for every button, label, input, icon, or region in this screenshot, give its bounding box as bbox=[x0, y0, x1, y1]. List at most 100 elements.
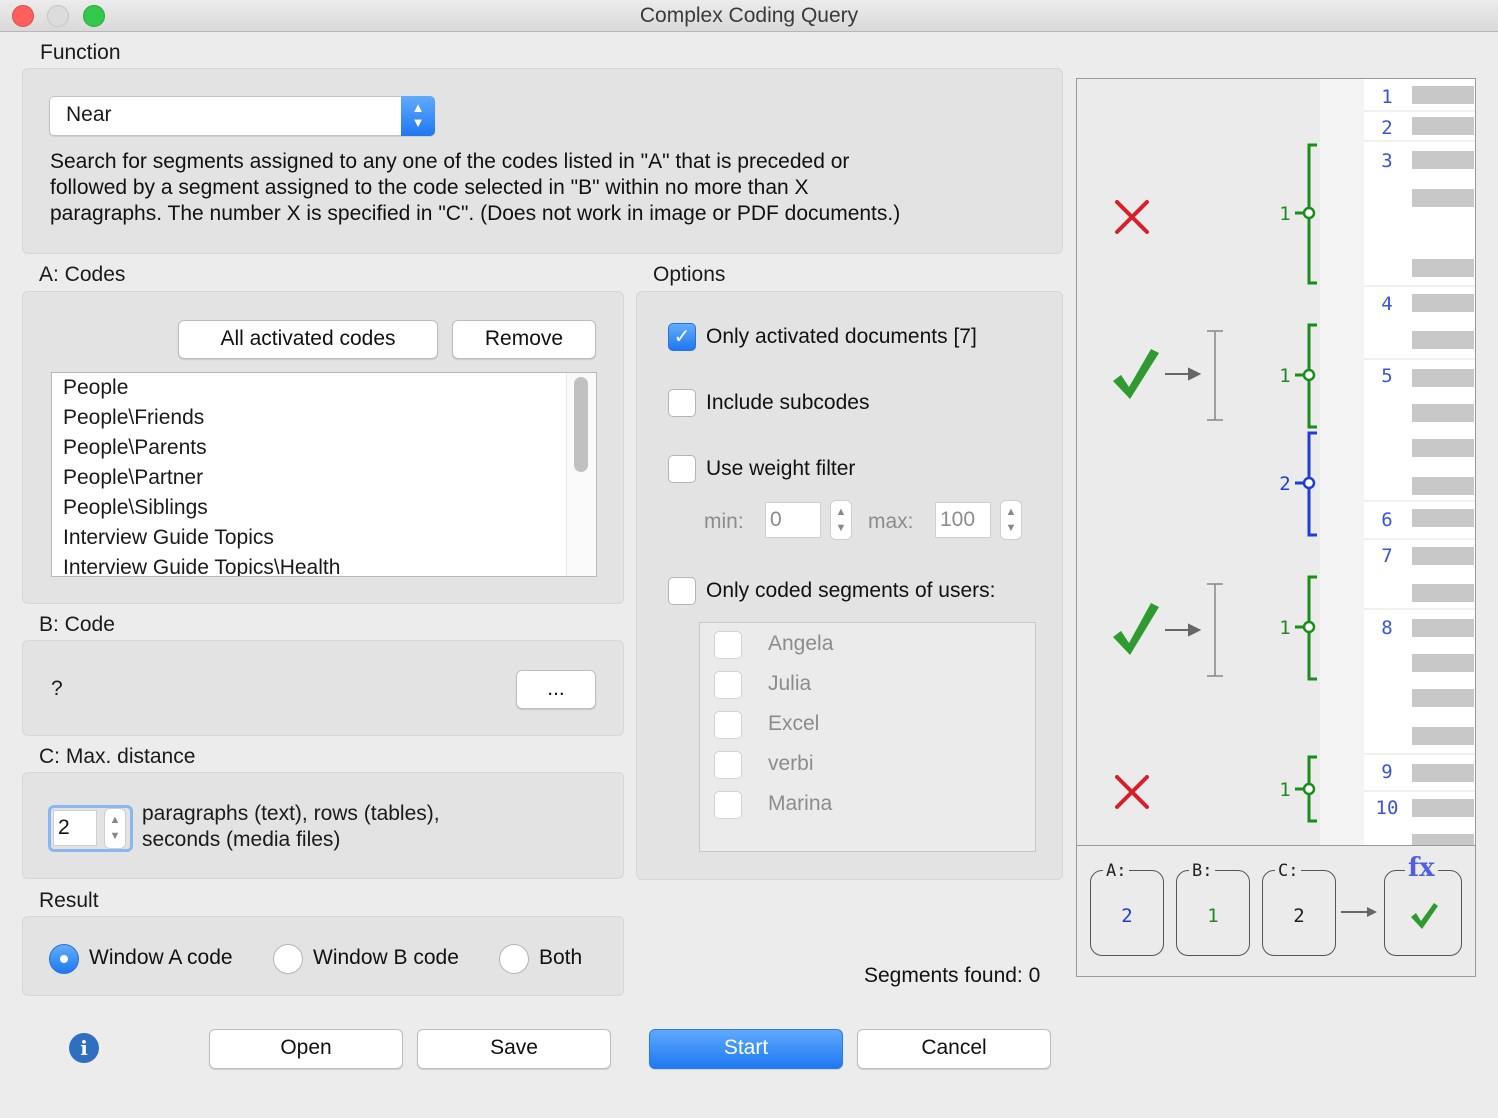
match-check-icon bbox=[1113, 349, 1159, 399]
max-input[interactable]: 100 bbox=[935, 502, 991, 538]
options-group: ✓ Only activated documents [7] Include s… bbox=[636, 291, 1063, 880]
unit-line: seconds (media files) bbox=[142, 828, 341, 851]
formula-c-value: 2 bbox=[1293, 905, 1305, 927]
select-code-b-button[interactable]: ... bbox=[516, 670, 596, 709]
user-checkbox bbox=[714, 671, 742, 699]
result-heading: Result bbox=[39, 889, 99, 912]
function-select[interactable]: Near ▲ ▼ bbox=[49, 96, 435, 136]
cancel-button[interactable]: Cancel bbox=[857, 1029, 1051, 1069]
max-label: max: bbox=[868, 510, 914, 533]
window-title: Complex Coding Query bbox=[639, 4, 859, 27]
function-fx-icon: fx bbox=[1405, 853, 1438, 883]
user-label: Excel bbox=[768, 712, 820, 735]
user-checkbox bbox=[714, 631, 742, 659]
line-number: 8 bbox=[1381, 617, 1392, 639]
formula-a-label: A: bbox=[1103, 861, 1130, 881]
description-line: Search for segments assigned to any one … bbox=[50, 150, 850, 173]
unit-line: paragraphs (text), rows (tables), bbox=[142, 802, 440, 825]
list-item[interactable]: People bbox=[52, 373, 596, 403]
line-number: 3 bbox=[1381, 150, 1392, 172]
title-bar: Complex Coding Query bbox=[0, 0, 1498, 32]
list-item[interactable]: People\Parents bbox=[52, 433, 596, 463]
open-button[interactable]: Open bbox=[209, 1029, 403, 1069]
only-activated-documents-checkbox[interactable]: ✓ bbox=[668, 323, 696, 351]
description-line: followed by a segment assigned to the co… bbox=[50, 176, 809, 199]
user-label: Angela bbox=[768, 632, 834, 655]
formula-summary: A: 2 B: 1 C: 2 fx bbox=[1076, 845, 1476, 977]
codes-list-scrollbar[interactable] bbox=[566, 373, 596, 576]
segment-code-label: 1 bbox=[1279, 203, 1290, 225]
line-number: 4 bbox=[1381, 293, 1392, 315]
only-activated-documents-label[interactable]: Only activated documents [7] bbox=[706, 325, 977, 349]
radio-both-label[interactable]: Both bbox=[539, 946, 582, 970]
line-number: 10 bbox=[1376, 797, 1399, 819]
formula-a-value: 2 bbox=[1121, 905, 1133, 927]
result-group: Window A code Window B code Both bbox=[22, 916, 624, 996]
user-label: verbi bbox=[768, 752, 814, 775]
radio-both[interactable] bbox=[499, 944, 529, 974]
near-function-diagram: 1 2 3 4 5 6 7 8 9 10 1 1 2 1 1 bbox=[1076, 78, 1476, 846]
result-check-icon bbox=[1411, 903, 1438, 929]
include-subcodes-label[interactable]: Include subcodes bbox=[706, 391, 869, 415]
max-distance-group: 2 ▲ ▼ paragraphs (text), rows (tables), s… bbox=[22, 772, 624, 879]
line-number: 5 bbox=[1381, 365, 1392, 387]
formula-result-box: fx bbox=[1384, 853, 1462, 956]
min-input[interactable]: 0 bbox=[765, 502, 821, 538]
match-check-icon bbox=[1113, 603, 1159, 655]
info-icon[interactable]: i bbox=[69, 1033, 99, 1063]
remove-button[interactable]: Remove bbox=[452, 320, 596, 359]
users-list: Angela Julia Excel verbi Marina bbox=[699, 622, 1036, 852]
segment-code-label: 1 bbox=[1279, 365, 1290, 387]
formula-b-value: 1 bbox=[1207, 905, 1219, 927]
list-item[interactable]: People\Siblings bbox=[52, 493, 596, 523]
list-item[interactable]: Interview Guide Topics bbox=[52, 523, 596, 553]
formula-a-box: A: 2 bbox=[1090, 861, 1164, 956]
function-heading: Function bbox=[40, 41, 121, 64]
function-description: Search for segments assigned to any one … bbox=[50, 149, 1050, 227]
min-stepper[interactable]: ▲ ▼ bbox=[830, 500, 852, 540]
radio-window-a-label[interactable]: Window A code bbox=[89, 946, 233, 970]
options-heading: Options bbox=[653, 263, 726, 286]
include-subcodes-checkbox[interactable] bbox=[668, 389, 696, 417]
function-select-value: Near bbox=[66, 103, 112, 126]
weight-filter-label[interactable]: Use weight filter bbox=[706, 457, 855, 481]
description-line: paragraphs. The number X is specified in… bbox=[50, 202, 901, 225]
save-button[interactable]: Save bbox=[417, 1029, 611, 1069]
list-item[interactable]: People\Partner bbox=[52, 463, 596, 493]
formula-b-label: B: bbox=[1189, 861, 1216, 881]
users-filter-checkbox[interactable] bbox=[668, 577, 696, 605]
codes-a-heading: A: Codes bbox=[39, 263, 126, 286]
start-button[interactable]: Start bbox=[649, 1029, 843, 1069]
list-item[interactable]: Interview Guide Topics\Health bbox=[52, 553, 596, 576]
radio-window-b[interactable] bbox=[273, 944, 303, 974]
max-distance-unit: paragraphs (text), rows (tables), second… bbox=[142, 801, 440, 853]
weight-filter-checkbox[interactable] bbox=[668, 455, 696, 483]
codes-a-group: All activated codes Remove People People… bbox=[22, 291, 624, 604]
segment-code-label: 1 bbox=[1279, 617, 1290, 639]
line-number: 6 bbox=[1381, 509, 1392, 531]
segment-code-label: 1 bbox=[1279, 779, 1290, 801]
line-number: 1 bbox=[1381, 86, 1392, 108]
radio-window-a[interactable] bbox=[49, 944, 79, 974]
formula-c-box: C: 2 bbox=[1262, 861, 1336, 956]
users-filter-label[interactable]: Only coded segments of users: bbox=[706, 579, 995, 603]
arrow-icon bbox=[1341, 907, 1377, 917]
diagram-illustration: 1 2 3 4 5 6 7 8 9 10 1 1 2 1 1 bbox=[1113, 79, 1475, 845]
max-stepper[interactable]: ▲ ▼ bbox=[1000, 500, 1022, 540]
user-checkbox bbox=[714, 751, 742, 779]
radio-window-b-label[interactable]: Window B code bbox=[313, 946, 459, 970]
user-checkbox bbox=[714, 791, 742, 819]
segments-found-status: Segments found: 0 bbox=[864, 964, 1041, 987]
formula-b-box: B: 1 bbox=[1176, 861, 1250, 956]
max-distance-stepper[interactable]: ▲ ▼ bbox=[104, 808, 126, 849]
code-b-heading: B: Code bbox=[39, 613, 115, 636]
codes-list[interactable]: People People\Friends People\Parents Peo… bbox=[51, 372, 597, 577]
max-distance-input[interactable]: 2 bbox=[53, 810, 97, 846]
formula-c-label: C: bbox=[1275, 861, 1302, 881]
scroll-thumb[interactable] bbox=[574, 377, 588, 472]
list-item[interactable]: People\Friends bbox=[52, 403, 596, 433]
all-activated-codes-button[interactable]: All activated codes bbox=[178, 320, 438, 359]
user-label: Julia bbox=[768, 672, 812, 695]
user-checkbox bbox=[714, 711, 742, 739]
max-distance-heading: C: Max. distance bbox=[39, 745, 196, 768]
